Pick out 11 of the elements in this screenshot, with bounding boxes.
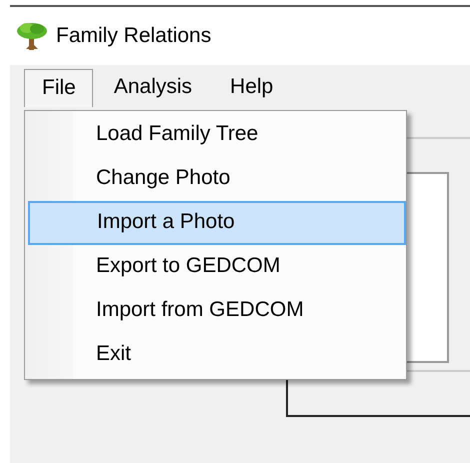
- menu-item[interactable]: Help: [212, 69, 290, 107]
- menu-item[interactable]: File: [24, 69, 93, 107]
- menu-option[interactable]: Import a Photo: [28, 201, 406, 245]
- menu-option[interactable]: Exit: [28, 333, 406, 377]
- menu-option[interactable]: Change Photo: [28, 157, 406, 201]
- menu-option[interactable]: Export to GEDCOM: [28, 245, 406, 289]
- menu-item[interactable]: Analysis: [96, 69, 210, 107]
- menu-option[interactable]: Import from GEDCOM: [28, 289, 406, 333]
- window-title: Family Relations: [56, 24, 212, 48]
- menu-option[interactable]: Load Family Tree: [28, 113, 406, 157]
- tree-icon: [16, 21, 48, 51]
